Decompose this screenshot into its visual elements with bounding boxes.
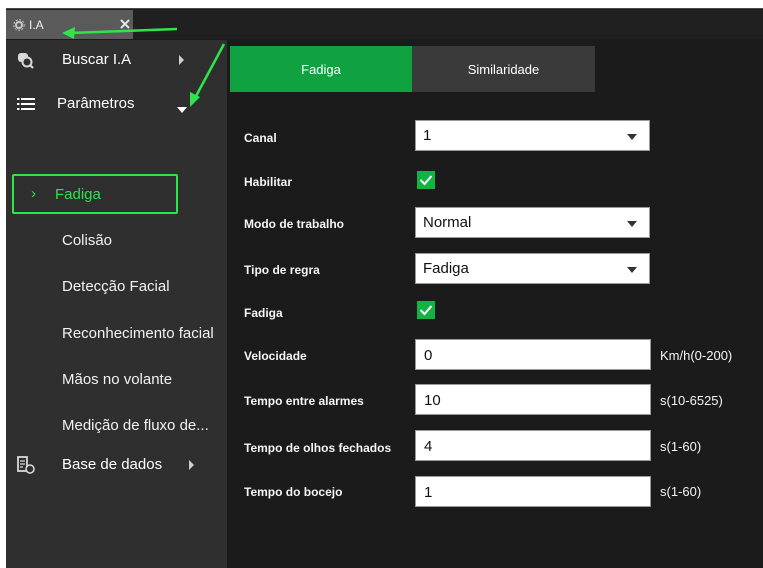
tipo-label: Tipo de regra (244, 263, 320, 277)
tipo-select[interactable]: Fadiga (415, 253, 650, 284)
tempo-alarmes-label: Tempo entre alarmes (244, 394, 364, 408)
habilitar-label: Habilitar (244, 175, 293, 189)
velocidade-input[interactable]: 0 (415, 339, 651, 370)
tab-similaridade[interactable]: Similaridade (412, 46, 595, 92)
sidebar: Buscar I.A Parâmetros › Fadiga Colisão D… (6, 40, 227, 568)
tempo-olhos-label: Tempo de olhos fechados (244, 441, 392, 455)
sidebar-subitem-reconhecimento-facial[interactable]: Reconhecimento facial (6, 316, 227, 352)
tempo-bocejo-label: Tempo do bocejo (244, 485, 343, 499)
chevron-right-icon (178, 53, 186, 70)
tab-fadiga[interactable]: Fadiga (230, 46, 412, 92)
sidebar-subitem-colisao[interactable]: Colisão (6, 223, 227, 259)
chevron-right-icon: › (31, 185, 36, 202)
sidebar-subitem-deteccao-facial[interactable]: Detecção Facial (6, 269, 227, 305)
tab-strip: Fadiga Similaridade (227, 40, 763, 95)
chevron-down-icon (627, 221, 637, 227)
tempo-alarmes-value: 10 (424, 392, 441, 409)
window-tab[interactable]: I.A (6, 10, 133, 39)
velocidade-value: 0 (424, 347, 433, 364)
canal-select[interactable]: 1 (415, 120, 650, 151)
fadiga-label: Fadiga (244, 306, 283, 320)
sidebar-subitem-label: Mãos no volante (62, 371, 173, 388)
modo-value: Normal (423, 214, 472, 231)
sidebar-subitem-label: Medição de fluxo de... (62, 417, 209, 434)
top-border (6, 8, 763, 9)
sidebar-subitem-maos-no-volante[interactable]: Mãos no volante (6, 362, 227, 398)
velocidade-label: Velocidade (244, 349, 307, 363)
sidebar-subitem-label: Fadiga (55, 186, 101, 203)
canal-label: Canal (244, 131, 277, 145)
app-window: I.A Buscar I.A Parâmetros › Fadiga Colis… (6, 8, 763, 568)
sidebar-subitem-label: Reconhecimento facial (62, 325, 214, 342)
tempo-bocejo-value: 1 (424, 484, 433, 501)
search-robot-icon (16, 51, 36, 69)
canal-value: 1 (423, 127, 432, 144)
tempo-olhos-input[interactable]: 4 (415, 430, 651, 461)
gear-icon (13, 18, 25, 31)
velocidade-unit: Km/h(0-200) (660, 348, 733, 363)
modo-select[interactable]: Normal (415, 207, 650, 238)
sidebar-item-label: Buscar I.A (62, 51, 132, 68)
chevron-down-icon (627, 267, 637, 273)
chevron-down-icon (627, 134, 637, 140)
sidebar-item-label: Parâmetros (57, 95, 135, 112)
sidebar-subitem-label: Detecção Facial (62, 278, 170, 295)
sidebar-item-parametros[interactable]: Parâmetros (6, 84, 227, 124)
sidebar-subitem-medicao-fluxo[interactable]: Medição de fluxo de... (6, 408, 227, 444)
sidebar-item-buscar[interactable]: Buscar I.A (6, 40, 227, 80)
window-tab-title: I.A (29, 17, 44, 32)
tempo-bocejo-unit: s(1-60) (660, 484, 702, 499)
tipo-value: Fadiga (423, 260, 469, 277)
sidebar-subitem-label: Colisão (62, 232, 113, 249)
list-icon (16, 95, 36, 113)
tempo-olhos-value: 4 (424, 438, 433, 455)
habilitar-checkbox[interactable] (417, 171, 435, 189)
tempo-olhos-unit: s(1-60) (660, 439, 702, 454)
sidebar-subitem-fadiga[interactable]: › Fadiga (12, 174, 178, 214)
main-panel: Fadiga Similaridade Canal 1 Habilitar Mo… (227, 40, 763, 568)
modo-label: Modo de trabalho (244, 217, 344, 231)
chevron-right-icon (188, 458, 196, 475)
sidebar-item-label: Base de dados (62, 456, 163, 473)
tab-bar (133, 10, 763, 39)
close-icon[interactable] (119, 17, 131, 29)
sidebar-item-base-de-dados[interactable]: Base de dados (6, 445, 227, 485)
database-icon (16, 456, 36, 474)
tempo-alarmes-input[interactable]: 10 (415, 384, 651, 415)
caret-down-icon (176, 101, 188, 118)
fadiga-checkbox[interactable] (417, 301, 435, 319)
tempo-alarmes-unit: s(10-6525) (660, 393, 723, 408)
tempo-bocejo-input[interactable]: 1 (415, 476, 651, 507)
